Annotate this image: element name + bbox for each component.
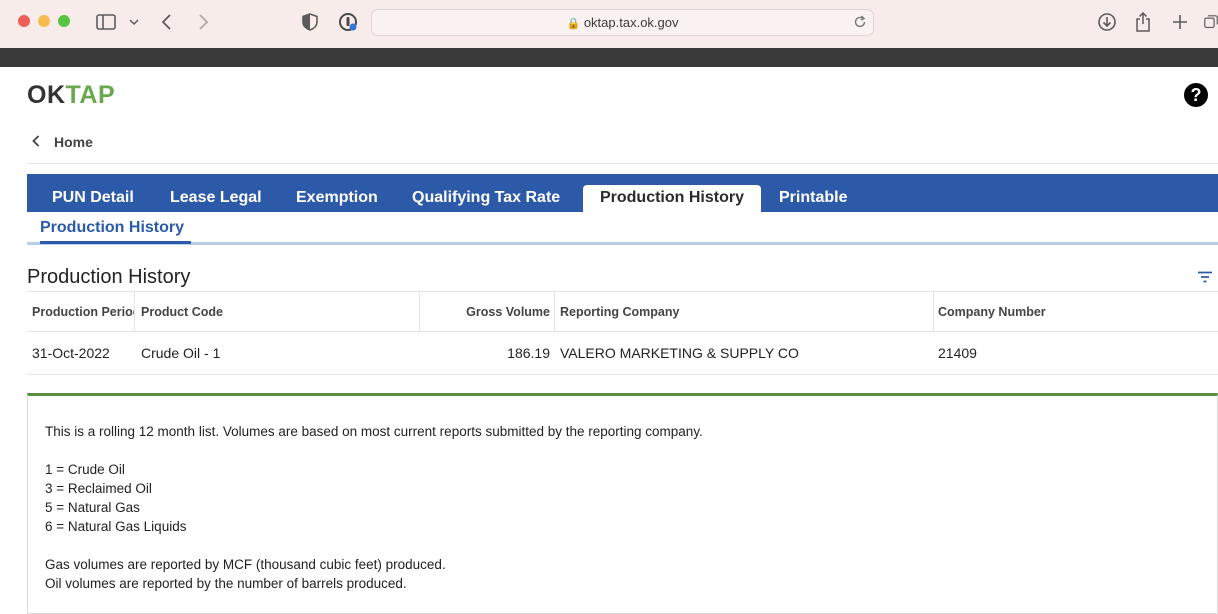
cell-product-code: Crude Oil - 1 bbox=[141, 345, 221, 361]
new-tab-icon[interactable] bbox=[1170, 10, 1190, 34]
help-icon[interactable]: ? bbox=[1184, 83, 1208, 107]
cell-company-number: 21409 bbox=[938, 345, 977, 361]
column-header-product-code[interactable]: Product Code bbox=[141, 292, 411, 331]
chevron-left-icon bbox=[32, 134, 40, 150]
tab-printable[interactable]: Printable bbox=[779, 189, 847, 207]
oktap-logo[interactable]: OKTAP bbox=[27, 81, 115, 110]
sidebar-toggle-icon[interactable] bbox=[95, 10, 117, 34]
home-link[interactable]: Home bbox=[32, 134, 93, 150]
table-header: Production Period Product Code Gross Vol… bbox=[27, 291, 1218, 332]
home-link-label: Home bbox=[54, 134, 93, 150]
subtab-active-indicator bbox=[40, 241, 191, 244]
column-header-reporting-company[interactable]: Reporting Company bbox=[560, 292, 930, 331]
zoom-window-button[interactable] bbox=[58, 15, 70, 27]
divider bbox=[27, 163, 1218, 164]
downloads-icon[interactable] bbox=[1096, 10, 1118, 34]
tab-exemption[interactable]: Exemption bbox=[296, 189, 378, 207]
lock-icon: 🔒 bbox=[566, 18, 581, 30]
filter-icon[interactable] bbox=[1197, 270, 1213, 288]
cell-gross-volume: 186.19 bbox=[507, 345, 550, 361]
tab-pun-detail[interactable]: PUN Detail bbox=[52, 189, 134, 207]
chevron-down-icon[interactable] bbox=[127, 10, 141, 34]
column-header-gross-volume[interactable]: Gross Volume bbox=[419, 292, 550, 331]
password-manager-icon[interactable] bbox=[337, 10, 359, 34]
reload-icon[interactable] bbox=[853, 15, 867, 34]
code-item: 6 = Natural Gas Liquids bbox=[45, 519, 187, 534]
tab-bar: PUN Detail Lease Legal Exemption Qualify… bbox=[27, 174, 1218, 212]
code-item: 1 = Crude Oil bbox=[45, 462, 125, 477]
oil-volume-note: Oil volumes are reported by the number o… bbox=[45, 576, 407, 591]
tab-lease-legal[interactable]: Lease Legal bbox=[170, 189, 262, 207]
code-item: 3 = Reclaimed Oil bbox=[45, 481, 152, 496]
cell-reporting-company: VALERO MARKETING & SUPPLY CO bbox=[560, 345, 799, 361]
code-item: 5 = Natural Gas bbox=[45, 500, 140, 515]
column-header-production-period[interactable]: Production Period bbox=[32, 292, 134, 331]
tab-production-history[interactable]: Production History bbox=[583, 185, 761, 212]
close-window-button[interactable] bbox=[18, 15, 30, 27]
back-icon[interactable] bbox=[158, 10, 176, 34]
subtab-production-history[interactable]: Production History bbox=[40, 219, 184, 237]
shield-icon[interactable] bbox=[300, 10, 320, 34]
section-title: Production History bbox=[27, 266, 191, 288]
subtab-divider bbox=[27, 242, 1218, 245]
share-icon[interactable] bbox=[1133, 10, 1153, 34]
forward-icon[interactable] bbox=[194, 10, 212, 34]
address-bar[interactable]: 🔒 oktap.tax.ok.gov bbox=[371, 9, 874, 36]
info-intro: This is a rolling 12 month list. Volumes… bbox=[45, 424, 703, 439]
column-header-company-number[interactable]: Company Number bbox=[938, 292, 1208, 331]
browser-toolbar: 🔒 oktap.tax.ok.gov bbox=[0, 0, 1218, 48]
tab-overview-icon[interactable] bbox=[1204, 10, 1218, 34]
gas-volume-note: Gas volumes are reported by MCF (thousan… bbox=[45, 557, 446, 572]
info-panel: This is a rolling 12 month list. Volumes… bbox=[27, 393, 1218, 614]
minimize-window-button[interactable] bbox=[38, 15, 50, 27]
browser-tab-strip bbox=[0, 48, 1218, 67]
cell-production-period: 31-Oct-2022 bbox=[32, 345, 110, 361]
url-text: oktap.tax.ok.gov bbox=[583, 15, 679, 30]
production-history-table: Production Period Product Code Gross Vol… bbox=[27, 291, 1218, 375]
tab-qualifying-tax-rate[interactable]: Qualifying Tax Rate bbox=[412, 189, 560, 207]
table-row[interactable]: 31-Oct-2022 Crude Oil - 1 186.19 VALERO … bbox=[27, 332, 1218, 375]
